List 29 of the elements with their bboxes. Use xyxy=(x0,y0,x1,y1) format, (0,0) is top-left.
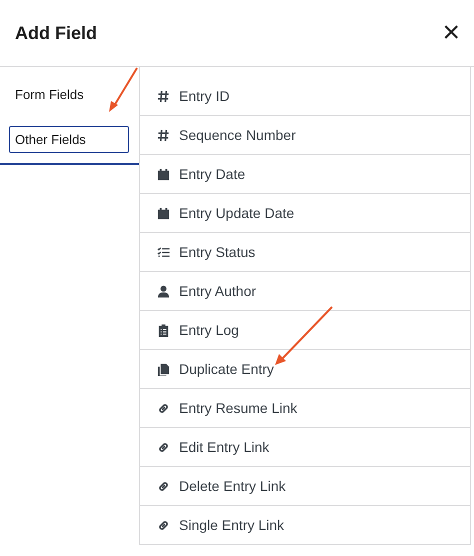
clipboard-icon xyxy=(157,324,170,336)
hash-icon xyxy=(157,128,170,142)
checklist-icon xyxy=(157,246,170,258)
field-item[interactable]: Entry Resume Link xyxy=(140,389,470,428)
field-item[interactable]: Entry ID xyxy=(140,77,470,116)
user-icon xyxy=(157,284,170,298)
link-icon xyxy=(157,440,170,454)
field-item[interactable]: Entry Update Date xyxy=(140,194,470,233)
annotation-arrow xyxy=(275,306,333,365)
field-item[interactable]: Single Entry Link xyxy=(140,506,470,545)
link-icon xyxy=(157,402,170,414)
copy-icon xyxy=(157,362,170,376)
dialog-title: Add Field xyxy=(15,22,97,44)
sidebar-tab[interactable]: Other Fields xyxy=(9,126,129,153)
field-item[interactable]: Entry Date xyxy=(140,155,470,194)
calendar-icon xyxy=(157,206,170,220)
annotation-arrow xyxy=(109,67,138,112)
field-item[interactable]: Entry Log xyxy=(140,311,470,350)
link-icon xyxy=(157,480,170,492)
field-item[interactable]: Edit Entry Link xyxy=(140,428,470,467)
sidebar-tab[interactable]: Form Fields xyxy=(9,81,129,108)
calendar-icon xyxy=(157,168,170,180)
hash-icon xyxy=(157,90,170,102)
field-item[interactable]: Entry Author xyxy=(140,272,470,311)
field-item[interactable]: Delete Entry Link xyxy=(140,467,470,506)
close-button[interactable]: × xyxy=(440,18,462,48)
link-icon xyxy=(157,518,170,532)
field-item[interactable]: Sequence Number xyxy=(140,116,470,155)
field-item[interactable]: Entry Status xyxy=(140,233,470,272)
